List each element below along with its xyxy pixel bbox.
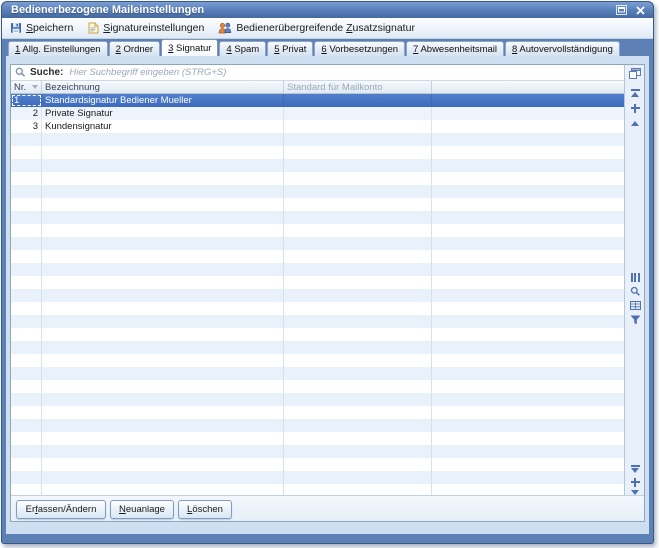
tab-vorbesetzungen[interactable]: 6 Vorbesetzungen <box>314 41 405 56</box>
scroll-plus-up-button[interactable] <box>628 102 642 114</box>
tab-privat[interactable]: 5 Privat <box>267 41 313 56</box>
scroll-plus-down-icon <box>631 478 640 487</box>
column-header-empty[interactable] <box>432 81 624 93</box>
tab-autovervollstaendigung[interactable]: 8 Autovervollständigung <box>505 41 620 56</box>
close-icon <box>636 6 645 15</box>
cell-nr: 1 <box>11 94 42 107</box>
cell-extra <box>432 107 624 120</box>
search-magnifier-icon <box>630 286 641 297</box>
search-input[interactable]: Hier Suchbegriff eingeben (STRG+S) <box>69 67 226 78</box>
global-extra-signature-button[interactable]: Bedienerübergreifende Zusatzsignatur <box>218 22 415 34</box>
scroll-down-button[interactable] <box>628 463 642 475</box>
filter-button[interactable] <box>628 314 642 326</box>
signature-settings-button[interactable]: Signatureinstellungen <box>87 22 204 34</box>
action-button-row: Erfassen/Ändern Neuanlage Löschen <box>11 495 644 521</box>
customize-grid-button[interactable] <box>628 67 642 79</box>
customize-window-icon <box>629 68 641 79</box>
column-separator <box>41 133 42 495</box>
scroll-top-icon <box>630 89 640 98</box>
column-header-standard-mailkonto[interactable]: Standard für Mailkonto <box>284 81 432 93</box>
cell-bezeichnung: Private Signatur <box>42 107 284 120</box>
floppy-save-icon <box>10 22 22 34</box>
column-chooser-button[interactable] <box>628 271 642 283</box>
table-row-selected[interactable]: 1 Standardsignatur Bediener Mueller <box>11 94 624 107</box>
cell-nr: 3 <box>11 120 42 133</box>
window-title: Bedienerbezogene Maileinstellungen <box>2 4 204 16</box>
scroll-down-icon <box>630 465 640 474</box>
cell-standard <box>284 94 432 107</box>
cell-extra <box>432 94 624 107</box>
search-bar[interactable]: Suche: Hier Suchbegriff eingeben (STRG+S… <box>11 65 644 81</box>
signature-settings-label: Signatureinstellungen <box>103 22 204 34</box>
grid-search-button[interactable] <box>628 285 642 297</box>
search-label: Suche: <box>30 67 63 78</box>
record-list-icon <box>630 301 641 310</box>
dialog-window: Bedienerbezogene Maileinstellungen Speic… <box>1 1 654 544</box>
scroll-up-button[interactable] <box>628 117 642 129</box>
column-header-bezeichnung[interactable]: Bezeichnung <box>42 81 284 93</box>
tab-spam[interactable]: 4 Spam <box>219 41 266 56</box>
save-label: Speichern <box>26 22 73 34</box>
cell-bezeichnung: Kundensignatur <box>42 120 284 133</box>
note-page-icon <box>87 22 99 34</box>
scroll-up-icon <box>631 121 639 126</box>
tab-allg-einstellungen[interactable]: 1 Allg. Einstellungen <box>8 41 108 56</box>
magnifier-icon <box>15 67 26 78</box>
signature-table: Nr. Bezeichnung Standard für Mailkonto 1… <box>11 81 624 495</box>
table-row[interactable]: 3 Kundensignatur <box>11 120 624 133</box>
cell-standard <box>284 107 432 120</box>
window-controls <box>615 3 647 17</box>
close-button[interactable] <box>634 4 647 16</box>
save-button[interactable]: Speichern <box>10 22 73 34</box>
table-row[interactable]: 2 Private Signatur <box>11 107 624 120</box>
toolbar: Speichern Signatureinstellungen Bediener… <box>2 18 653 39</box>
tab-ordner[interactable]: 2 Ordner <box>109 41 161 56</box>
restore-button[interactable] <box>615 4 628 16</box>
table-empty-rows <box>11 133 624 495</box>
tab-signatur[interactable]: 3 Signatur <box>161 39 218 56</box>
table-header: Nr. Bezeichnung Standard für Mailkonto <box>11 81 624 94</box>
record-list-button[interactable] <box>628 299 642 311</box>
sort-indicator-icon <box>32 85 38 89</box>
column-separator <box>283 133 284 495</box>
column-chooser-icon <box>631 273 640 282</box>
tab-strip: 1 Allg. Einstellungen 2 Ordner 3 Signatu… <box>2 39 653 56</box>
scroll-top-button[interactable] <box>628 87 642 99</box>
erfassen-aendern-button[interactable]: Erfassen/Ändern <box>16 500 106 519</box>
global-extra-signature-label: Bedienerübergreifende Zusatzsignatur <box>236 22 415 34</box>
column-header-nr[interactable]: Nr. <box>11 81 42 93</box>
signature-panel: Suche: Hier Suchbegriff eingeben (STRG+S… <box>10 64 645 522</box>
loeschen-button[interactable]: Löschen <box>178 500 232 519</box>
cell-nr: 2 <box>11 107 42 120</box>
cell-extra <box>432 120 624 133</box>
column-separator <box>431 133 432 495</box>
tab-page-signatur: Suche: Hier Suchbegriff eingeben (STRG+S… <box>6 56 649 534</box>
titlebar[interactable]: Bedienerbezogene Maileinstellungen <box>2 2 653 18</box>
filter-funnel-icon <box>630 315 641 325</box>
grid-scroll-strip <box>624 65 644 495</box>
restore-icon <box>616 5 627 15</box>
cell-bezeichnung: Standardsignatur Bediener Mueller <box>42 94 284 107</box>
neuanlage-button[interactable]: Neuanlage <box>110 500 174 519</box>
scroll-plus-up-icon <box>631 104 640 113</box>
users-icon <box>218 22 232 34</box>
cell-standard <box>284 120 432 133</box>
tab-abwesenheitsmail[interactable]: 7 Abwesenheitsmail <box>406 41 504 56</box>
scroll-plus-down-button[interactable] <box>628 476 642 488</box>
